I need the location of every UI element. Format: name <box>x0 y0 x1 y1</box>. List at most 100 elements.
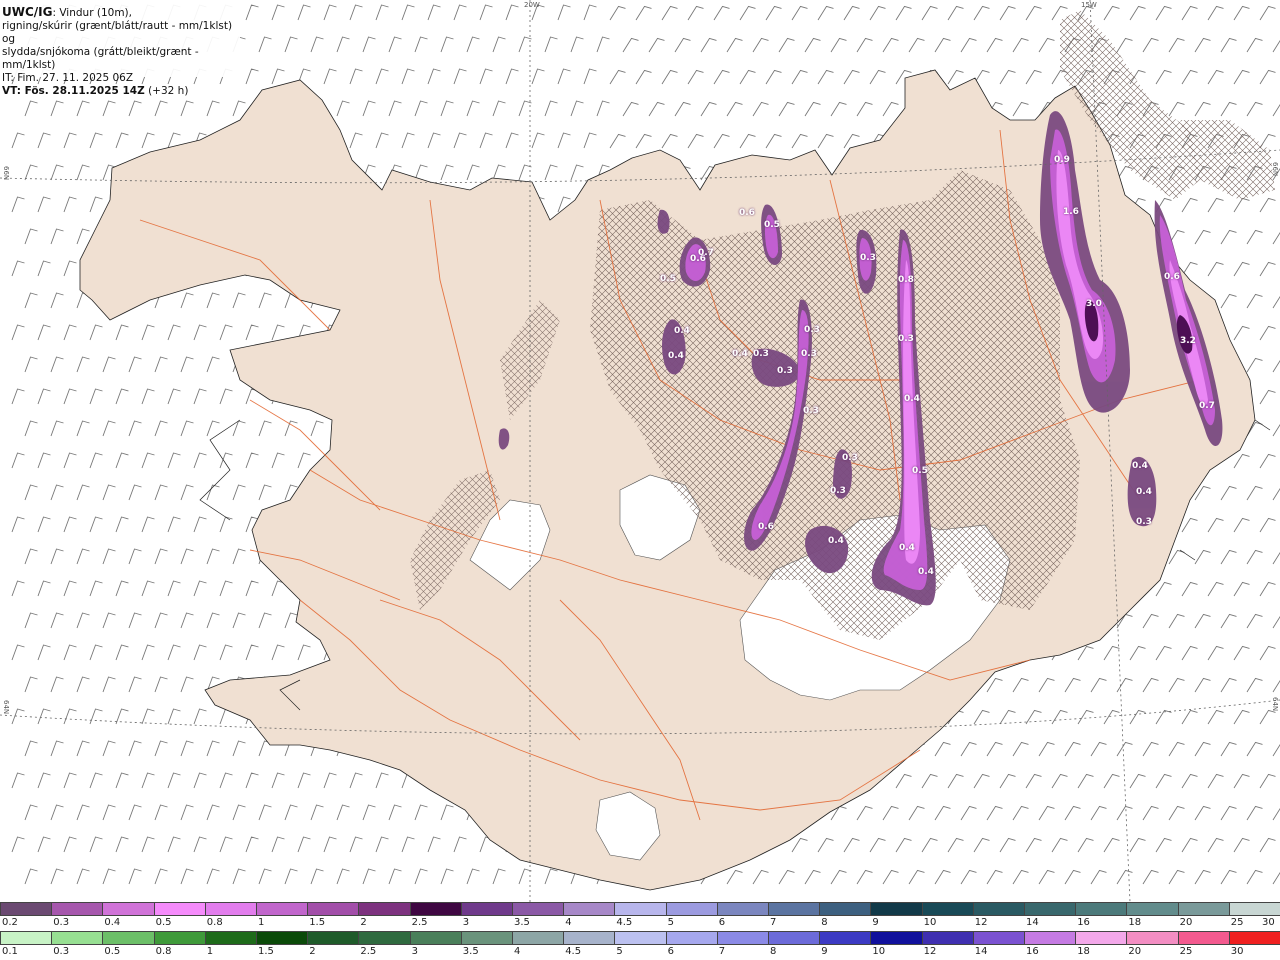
legend-swatch <box>716 932 769 944</box>
snow-color-scale <box>0 902 1280 916</box>
legend-label: 0.2 <box>2 917 18 928</box>
legend-label: 0.5 <box>155 917 172 928</box>
legend-label: 12 <box>974 917 988 928</box>
legend-swatch <box>358 903 410 915</box>
precip-value-label: 0.7 <box>1199 401 1215 411</box>
precip-value-label: 0.4 <box>668 351 684 361</box>
legend-label: 2.5 <box>411 917 428 928</box>
legend-label: 1 <box>258 917 265 928</box>
legend-label: 3.5 <box>514 917 530 928</box>
legend-swatch <box>307 932 359 944</box>
legend-swatch <box>409 932 461 944</box>
legend-label: 8 <box>821 917 828 928</box>
precip-value-label: 0.5 <box>764 220 780 230</box>
legend-label: 7 <box>770 917 777 928</box>
legend-swatch <box>204 932 257 944</box>
precip-value-label: 0.3 <box>777 366 793 376</box>
legend-swatch <box>972 903 1025 915</box>
precip-value-label: 0.4 <box>828 536 844 546</box>
lon-label-15w: 15W <box>1081 1 1097 9</box>
product-code: UWC/IG <box>2 5 53 19</box>
map-header: UWC/IG: Vindur (10m), rigning/skúrir (gr… <box>0 0 240 97</box>
precip-value-label: 0.3 <box>803 406 819 416</box>
legend-label: 9 <box>821 946 828 957</box>
legend-label: 8 <box>770 946 777 957</box>
lat-label-64n-left: 64N <box>2 700 10 715</box>
legend-swatch <box>768 932 820 944</box>
precip-value-label: 0.3 <box>801 349 817 359</box>
legend-swatch <box>870 932 922 944</box>
precip-value-label: 0.9 <box>1054 155 1070 165</box>
legend-label: 0.3 <box>53 917 70 928</box>
legend-swatch <box>512 903 564 915</box>
precip-value-label: 1.6 <box>1063 207 1079 217</box>
legend-swatch <box>51 903 103 915</box>
legend-swatch <box>1024 932 1076 944</box>
precip-value-label: 0.6 <box>739 208 755 218</box>
header-line3: slydda/snjókoma (grátt/bleikt/grænt - mm… <box>2 46 199 71</box>
legend-label: 30 <box>1262 917 1275 928</box>
legend-label: 2 <box>309 946 316 957</box>
legend-label: 25 <box>1230 917 1244 928</box>
precip-value-label: 0.3 <box>804 325 820 335</box>
legend-label: 10 <box>923 917 937 928</box>
legend-label: 0.8 <box>206 917 223 928</box>
legend-swatch <box>512 932 564 944</box>
legend-label: 1.5 <box>258 946 274 957</box>
legend-label: 10 <box>872 946 886 957</box>
legend-label: 0.8 <box>155 946 172 957</box>
legend-label: 0.1 <box>2 946 18 957</box>
legend-label: 2 <box>360 917 367 928</box>
legend-swatch <box>0 932 52 944</box>
legend-swatch <box>1228 903 1280 915</box>
legend-label: 0.4 <box>104 917 121 928</box>
forecast-offset: (+32 h) <box>144 85 189 97</box>
legend-label: 4.5 <box>616 917 633 928</box>
legend-swatch <box>716 903 769 915</box>
legend-swatch <box>563 932 615 944</box>
legend-swatch <box>614 903 666 915</box>
legend-label: 9 <box>872 917 879 928</box>
legend-label: 4.5 <box>565 946 582 957</box>
lat-label-64n-right: 64N <box>1271 697 1279 712</box>
legend-label: 4 <box>514 946 521 957</box>
legend-swatch <box>153 932 205 944</box>
legend-label: 5 <box>667 917 674 928</box>
legend-swatch <box>1177 932 1229 944</box>
initial-time: IT: Fim. 27. 11. 2025 06Z <box>2 72 134 84</box>
precip-value-label: 0.3 <box>898 334 914 344</box>
precip-value-label: 0.4 <box>1132 461 1148 471</box>
legend-swatch <box>256 903 308 915</box>
rain-color-scale <box>0 931 1280 945</box>
lat-label-66n-left: 66N <box>2 166 10 181</box>
legend-label: 16 <box>1026 946 1039 957</box>
legend-swatch <box>819 903 871 915</box>
legend-label: 30 <box>1230 946 1244 957</box>
precip-value-label: 0.3 <box>842 453 858 463</box>
legend-swatch <box>460 932 513 944</box>
valid-time: VT: Fös. 28.11.2025 14Z <box>2 85 145 97</box>
legend-swatch <box>563 903 615 915</box>
legend-label: 4 <box>565 917 572 928</box>
legend-swatch <box>1024 903 1076 915</box>
lat-label-66n-right: 66N <box>1271 162 1279 177</box>
legend-label: 14 <box>1026 917 1039 928</box>
legend-swatch <box>768 903 820 915</box>
legend-label: 18 <box>1077 946 1090 957</box>
header-line2: rigning/skúrir (grænt/blátt/rautt - mm/1… <box>2 20 233 45</box>
legend-label: 3 <box>411 946 418 957</box>
precip-value-label: 3.2 <box>1180 336 1196 346</box>
legend-swatch <box>51 932 103 944</box>
legend-label: 20 <box>1179 917 1193 928</box>
legend-label: 20 <box>1128 946 1142 957</box>
lon-label-20w: 20W <box>524 1 540 9</box>
precip-value-label: 0.4 <box>904 394 920 404</box>
legend-swatch <box>1126 903 1178 915</box>
legend-swatch <box>665 932 717 944</box>
legend-swatch <box>358 932 410 944</box>
precip-value-label: 0.4 <box>918 567 934 577</box>
precip-value-label: 0.7 <box>698 248 714 258</box>
header-line1: : Vindur (10m), <box>52 7 132 19</box>
precip-value-label: 0.5 <box>912 466 928 476</box>
precip-value-label: 0.6 <box>758 522 774 532</box>
